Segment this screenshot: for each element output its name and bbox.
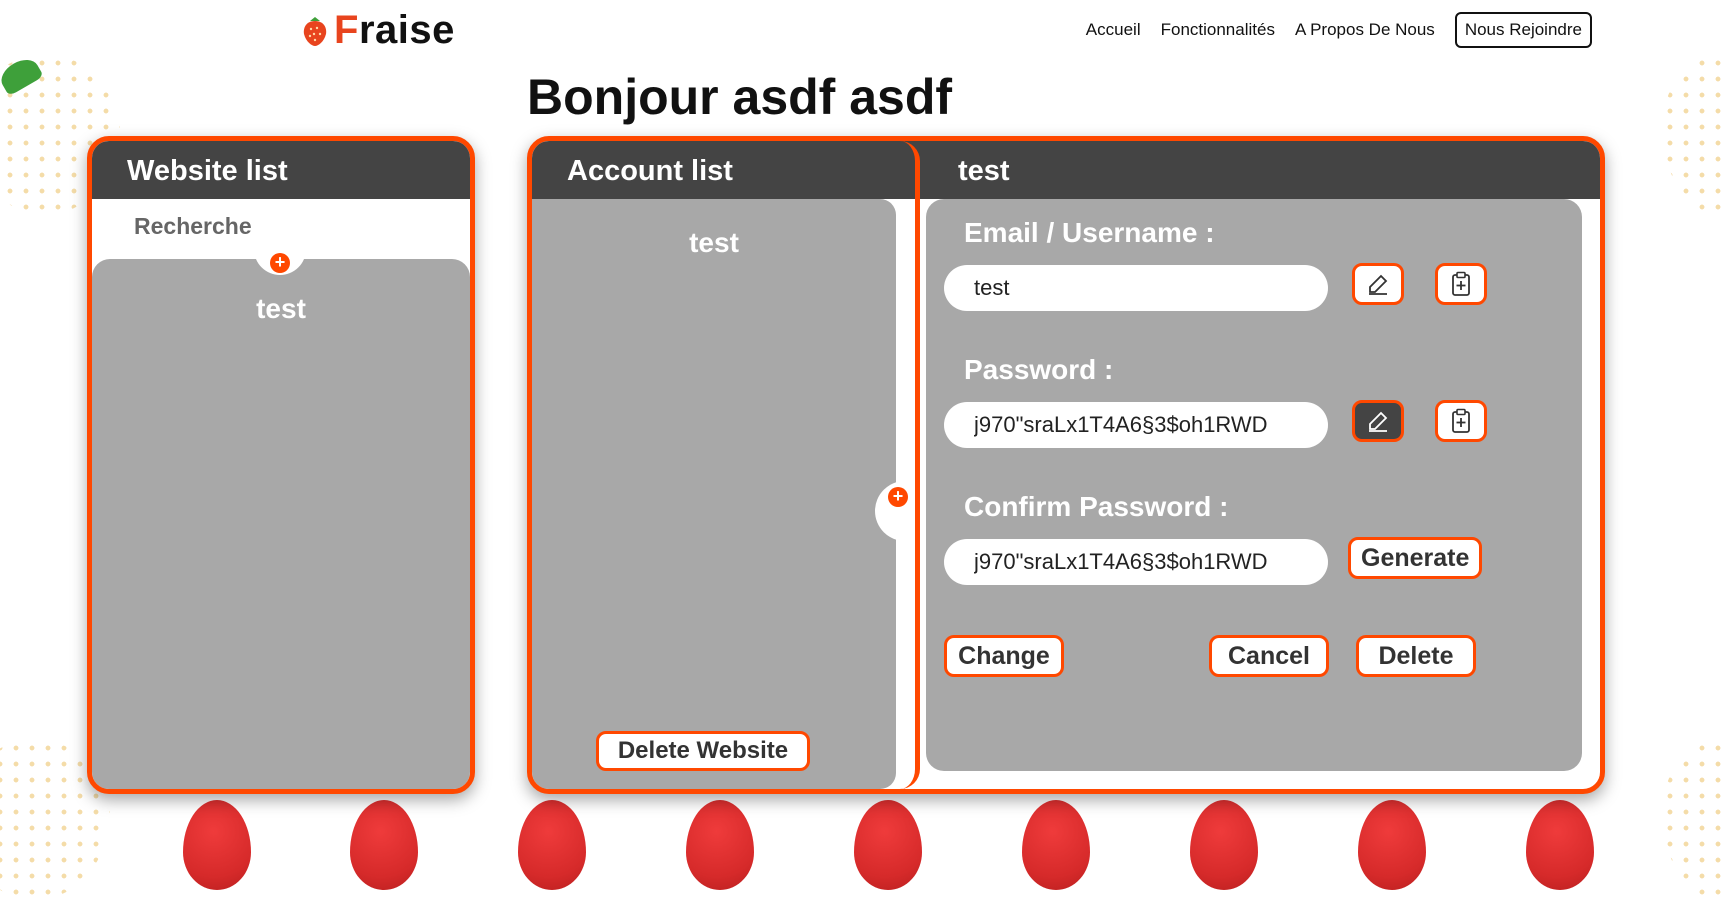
small-strawberry bbox=[1022, 800, 1090, 890]
nav-fonctionnalites[interactable]: Fonctionnalités bbox=[1161, 20, 1275, 40]
search-input[interactable]: Recherche bbox=[134, 213, 252, 240]
delete-button[interactable]: Delete bbox=[1356, 635, 1476, 677]
password-label: Password : bbox=[964, 354, 1114, 385]
add-website-plus-icon[interactable]: + bbox=[270, 253, 290, 273]
website-list-title: Website list bbox=[92, 141, 470, 199]
clipboard-icon bbox=[1452, 271, 1470, 296]
website-list-item[interactable]: test bbox=[92, 293, 470, 325]
main-nav: Accueil Fonctionnalités A Propos De Nous… bbox=[1086, 12, 1592, 48]
logo-text: Fraise bbox=[334, 8, 455, 53]
small-strawberry bbox=[518, 800, 586, 890]
copy-password-button[interactable] bbox=[1435, 400, 1487, 442]
strawberry-row-decoration bbox=[0, 800, 1730, 890]
small-strawberry bbox=[1526, 800, 1594, 890]
account-list-item[interactable]: test bbox=[532, 227, 896, 259]
small-strawberry bbox=[1358, 800, 1426, 890]
pencil-icon bbox=[1369, 274, 1388, 295]
generate-password-button[interactable]: Generate bbox=[1348, 537, 1482, 579]
account-list-title: Account list bbox=[532, 141, 920, 199]
strawberry-icon bbox=[303, 16, 327, 46]
account-panel: Account list test Delete Website + test … bbox=[527, 136, 1605, 794]
small-strawberry bbox=[350, 800, 418, 890]
logo-text-rest: raise bbox=[358, 8, 455, 52]
delete-website-button[interactable]: Delete Website bbox=[596, 731, 810, 771]
edit-email-button[interactable] bbox=[1352, 263, 1404, 305]
strawberry-decoration-top-right bbox=[1662, 55, 1730, 215]
edit-password-button[interactable] bbox=[1352, 400, 1404, 442]
nav-nous-rejoindre-button[interactable]: Nous Rejoindre bbox=[1454, 12, 1592, 48]
add-account-plus-icon[interactable]: + bbox=[888, 487, 908, 507]
page-title: Bonjour asdf asdf bbox=[527, 69, 953, 125]
email-label: Email / Username : bbox=[964, 217, 1215, 248]
confirm-password-field[interactable] bbox=[944, 539, 1328, 585]
pencil-icon bbox=[1369, 411, 1388, 432]
logo-letter-f: F bbox=[334, 8, 359, 52]
account-detail-title: test bbox=[920, 141, 1600, 199]
email-field[interactable] bbox=[944, 265, 1328, 311]
small-strawberry bbox=[854, 800, 922, 890]
website-list: test bbox=[92, 259, 470, 789]
nav-accueil[interactable]: Accueil bbox=[1086, 20, 1141, 40]
account-list: test Delete Website bbox=[532, 199, 896, 789]
nav-a-propos[interactable]: A Propos De Nous bbox=[1295, 20, 1435, 40]
confirm-password-label: Confirm Password : bbox=[964, 491, 1229, 522]
account-detail: test Email / Username : Password : Confi… bbox=[920, 141, 1600, 789]
account-detail-form: Email / Username : Password : Confirm Pa… bbox=[926, 199, 1582, 771]
copy-email-button[interactable] bbox=[1435, 263, 1487, 305]
website-list-panel: Website list Recherche test + bbox=[87, 136, 475, 794]
small-strawberry bbox=[1190, 800, 1258, 890]
clipboard-icon bbox=[1452, 408, 1470, 433]
cancel-button[interactable]: Cancel bbox=[1209, 635, 1329, 677]
password-field[interactable] bbox=[944, 402, 1328, 448]
account-list-column: Account list test Delete Website + bbox=[532, 141, 920, 789]
small-strawberry bbox=[183, 800, 251, 890]
small-strawberry bbox=[686, 800, 754, 890]
logo[interactable]: Fraise bbox=[302, 8, 455, 53]
change-button[interactable]: Change bbox=[944, 635, 1064, 677]
